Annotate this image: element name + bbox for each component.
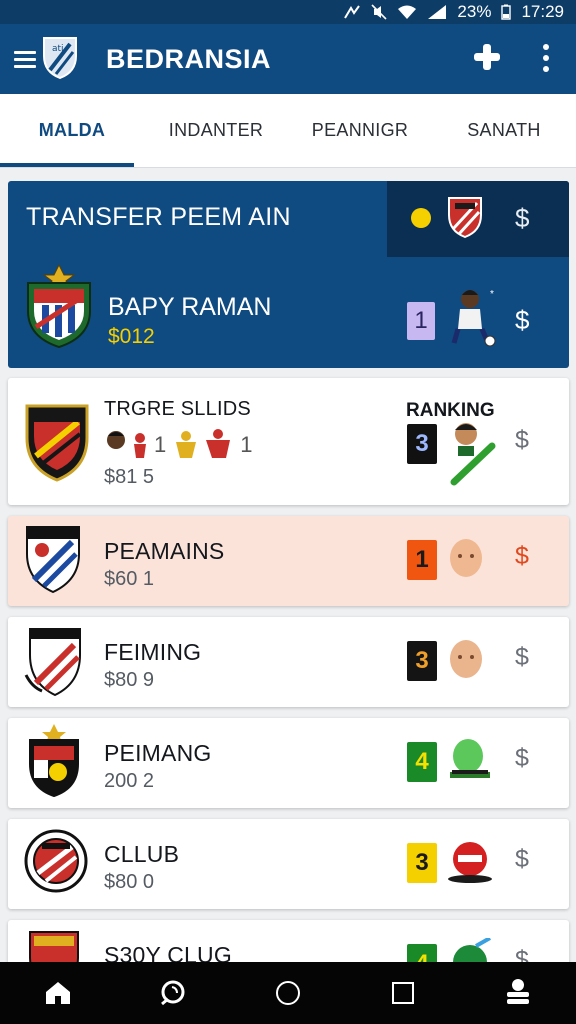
wifi-icon [397, 4, 417, 20]
club-card[interactable]: CLLUB $80 0 3 $ [8, 819, 569, 909]
tab-malda[interactable]: MALDA [0, 94, 144, 167]
status-dot-icon [411, 208, 431, 228]
club-name: CLLUB [104, 841, 180, 867]
players-icon [107, 431, 146, 458]
price-dollar-icon[interactable]: $ [515, 542, 529, 571]
app-logo-icon: ati [40, 34, 80, 85]
club-price: $60 1 [104, 568, 155, 590]
rank-badge: 3 [407, 641, 437, 681]
club-card[interactable]: TRGRE SLLIDS 1 1 $81 5 RANKING 3 $ [8, 378, 569, 505]
price-dollar-icon[interactable]: $ [515, 305, 529, 336]
status-bar: 23% 17:29 [0, 0, 576, 24]
players-icon [176, 429, 231, 458]
svg-text:*: * [490, 289, 494, 300]
home-icon[interactable] [28, 962, 88, 1024]
club-card[interactable]: FEIMING $80 9 3 $ [8, 617, 569, 707]
price-dollar-icon[interactable]: $ [515, 744, 529, 773]
player-avatar-icon: * [448, 285, 500, 354]
notification-icon [343, 4, 361, 20]
price-dollar-icon[interactable]: $ [515, 845, 529, 874]
featured-rank-badge: 1 [407, 302, 435, 340]
club-card[interactable]: PEIMANG 200 2 4 $ [8, 718, 569, 808]
bald-avatar-icon [446, 639, 486, 686]
search-refresh-icon[interactable] [143, 962, 203, 1024]
featured-title: TRANSFER PEEM AIN [26, 203, 291, 231]
club-price: $80 9 [104, 669, 155, 691]
featured-transfer-card[interactable]: TRANSFER PEEM AIN $ BAPY RAMAN $012 1 * … [8, 181, 569, 368]
club-name: TRGRE SLLIDS [104, 398, 251, 420]
app-logo-text: ati [52, 44, 64, 54]
formation-number: 1 [240, 432, 253, 457]
featured-player-name: BAPY RAMAN [108, 293, 272, 321]
club-name: PEIMANG [104, 740, 212, 766]
price-dollar-icon[interactable]: $ [515, 643, 529, 672]
app-bar: ati BEDRANSIA [0, 24, 576, 94]
rank-badge: 4 [407, 742, 437, 782]
club-price: $80 0 [104, 871, 155, 893]
tab-sanath[interactable]: SANATH [432, 94, 576, 167]
rank-badge: 1 [407, 540, 437, 580]
battery-icon [501, 4, 512, 20]
featured-player-price: $012 [108, 325, 155, 348]
mute-icon [371, 4, 387, 20]
club-crest-icon [24, 625, 86, 702]
club-price: 200 2 [104, 770, 155, 792]
tab-peannigr[interactable]: PEANNIGR [288, 94, 432, 167]
tab-indanter[interactable]: INDANTER [144, 94, 288, 167]
add-icon[interactable] [472, 42, 502, 72]
app-title: BEDRANSIA [106, 43, 272, 74]
rank-badge: 3 [407, 424, 437, 464]
circle-nav-icon[interactable] [258, 962, 318, 1024]
club-crest-icon [447, 195, 483, 244]
bottom-nav-bar [0, 962, 576, 1024]
club-crest-icon [24, 263, 94, 354]
formation-number: 1 [154, 432, 167, 457]
price-dollar-icon[interactable]: $ [515, 203, 529, 234]
recent-apps-icon[interactable] [373, 962, 433, 1024]
green-avatar-icon [446, 738, 494, 787]
club-card[interactable]: PEAMAINS $60 1 1 $ [8, 516, 569, 606]
club-price: $81 5 [104, 466, 155, 488]
featured-header: TRANSFER PEEM AIN [8, 181, 569, 257]
club-crest-icon [24, 402, 90, 487]
rank-badge: 3 [407, 843, 437, 883]
more-options-icon[interactable] [542, 44, 550, 72]
club-crest-icon [24, 724, 84, 803]
formation-row: 1 1 [104, 428, 253, 462]
player-avatar-icon [446, 418, 496, 491]
menu-icon[interactable] [14, 50, 36, 68]
profile-icon[interactable] [488, 962, 548, 1024]
signal-icon [427, 4, 447, 20]
bald-avatar-icon [446, 538, 486, 585]
club-name: FEIMING [104, 639, 202, 665]
club-name: PEAMAINS [104, 538, 225, 564]
price-dollar-icon[interactable]: $ [515, 426, 529, 455]
tab-bar: MALDA INDANTER PEANNIGR SANATH [0, 94, 576, 168]
battery-level: 23% [457, 2, 492, 21]
red-ball-avatar-icon [446, 839, 496, 890]
club-crest-icon [24, 829, 88, 898]
clock: 17:29 [521, 2, 564, 21]
club-crest-icon [24, 524, 82, 599]
